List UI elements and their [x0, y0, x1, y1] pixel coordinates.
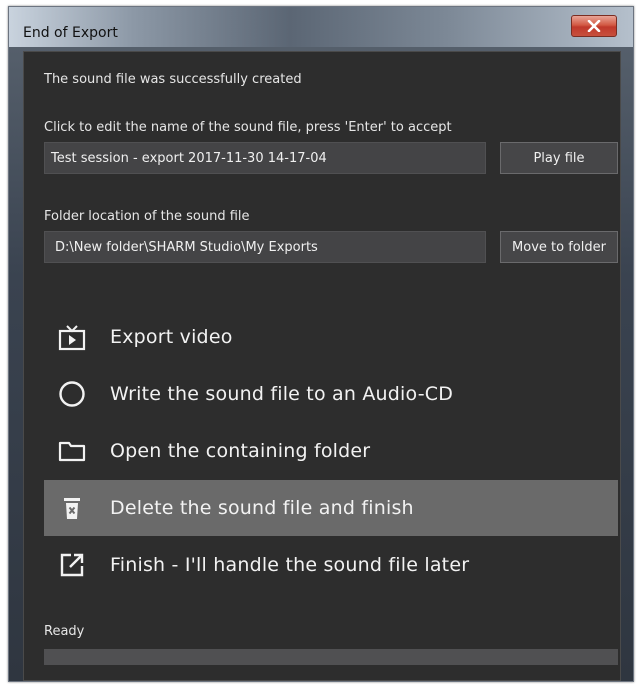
progress-bar — [44, 649, 618, 665]
folder-label: Folder location of the sound file — [44, 209, 250, 224]
move-to-folder-button[interactable]: Move to folder — [500, 231, 618, 263]
action-delete-and-finish[interactable]: Delete the sound file and finish — [44, 480, 618, 536]
play-file-button[interactable]: Play file — [500, 142, 618, 174]
filename-label: Click to edit the name of the sound file… — [44, 120, 452, 135]
action-export-video[interactable]: Export video — [44, 309, 618, 365]
export-dialog: End of Export The sound file was success… — [8, 6, 634, 682]
circle-icon — [44, 379, 100, 409]
action-write-audio-cd[interactable]: Write the sound file to an Audio-CD — [44, 366, 618, 422]
action-label: Open the containing folder — [110, 440, 371, 462]
title-bar[interactable]: End of Export — [9, 7, 633, 47]
action-label: Delete the sound file and finish — [110, 497, 414, 519]
tv-play-icon — [44, 322, 100, 352]
dialog-content: The sound file was successfully created … — [23, 51, 621, 681]
trash-icon — [44, 493, 100, 523]
window-title: End of Export — [23, 25, 118, 41]
action-finish-later[interactable]: Finish - I'll handle the sound file late… — [44, 537, 618, 593]
close-button[interactable] — [571, 15, 617, 37]
action-label: Finish - I'll handle the sound file late… — [110, 554, 470, 576]
folder-icon — [44, 436, 100, 466]
status-text: Ready — [44, 624, 85, 639]
open-external-icon — [44, 550, 100, 580]
action-label: Write the sound file to an Audio-CD — [110, 383, 454, 405]
success-message: The sound file was successfully created — [44, 72, 302, 87]
folder-path-field: D:\New folder\SHARM Studio\My Exports — [44, 231, 486, 263]
filename-input[interactable]: Test session - export 2017-11-30 14-17-0… — [44, 142, 486, 174]
action-label: Export video — [110, 326, 233, 348]
close-icon — [587, 20, 601, 32]
action-open-folder[interactable]: Open the containing folder — [44, 423, 618, 479]
